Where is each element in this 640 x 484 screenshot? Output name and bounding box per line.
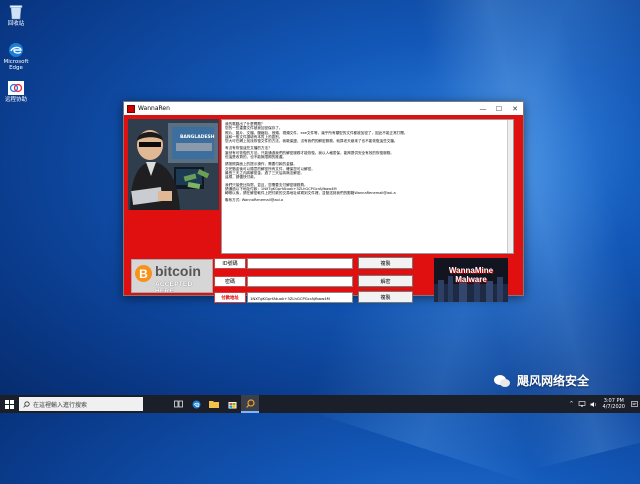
bitcoin-address-field[interactable]: 1NXTgKGprfAtuok+3ZLhGCPGcrAjfbaw4M xyxy=(247,291,353,303)
desktop-icon-label: 远程协助 xyxy=(4,97,27,103)
search-icon xyxy=(23,400,30,408)
wannaren-window: WannaRen — ☐ ✕ BANGLADESH 我的電腦出了什麼問題？ 您的… xyxy=(123,101,524,303)
password-field[interactable] xyxy=(247,275,353,287)
start-button[interactable] xyxy=(0,395,18,413)
address-row: 付款地址 1NXTgKGprfAtuok+3ZLhGCPGcrAjfbaw4M xyxy=(214,291,353,303)
password-row: 密碼 xyxy=(214,275,353,287)
close-button[interactable]: ✕ xyxy=(507,102,523,115)
watermark: 飓风网络安全 xyxy=(493,372,589,389)
notification-icon[interactable] xyxy=(631,400,638,408)
minimize-button[interactable]: — xyxy=(475,102,491,115)
wannamine-banner: WannaMine Malware xyxy=(434,258,508,302)
edge-icon xyxy=(192,400,200,408)
id-label: ID號碼 xyxy=(214,257,246,269)
desktop-icon-remote-assist[interactable]: 远程协助 xyxy=(2,80,30,103)
task-view-button[interactable] xyxy=(169,395,187,413)
maximize-button[interactable]: ☐ xyxy=(491,102,507,115)
volume-icon[interactable] xyxy=(590,401,597,408)
remote-assist-icon xyxy=(7,80,25,96)
password-label: 密碼 xyxy=(214,275,246,287)
ransom-note[interactable]: 我的電腦出了什麼問題？ 您的一些重要文件被我加密保存了。 照片、圖片、文檔、壓縮… xyxy=(221,119,514,254)
decrypt-button[interactable]: 解密 xyxy=(358,275,413,287)
store-icon xyxy=(228,401,236,408)
edge-icon xyxy=(7,42,25,58)
banner-title: WannaMine Malware xyxy=(448,266,494,284)
window-titlebar[interactable]: WannaRen — ☐ ✕ xyxy=(124,102,523,115)
system-tray: ^ 3:07 PM 4/7/2020 xyxy=(569,395,638,413)
window-title: WannaRen xyxy=(138,105,170,112)
app-icon xyxy=(127,104,135,113)
bitcoin-wordmark: bitcoin xyxy=(155,263,201,279)
taskbar-store[interactable] xyxy=(223,395,241,413)
note-scrollbar[interactable] xyxy=(507,120,513,253)
wechat-icon xyxy=(494,374,510,387)
taskbar-search[interactable]: 在這裡輸入進行搜索 xyxy=(19,397,143,411)
windows-logo-icon xyxy=(4,399,14,409)
desktop-icon-label: 回收站 xyxy=(7,21,25,27)
watermark-text: 飓风网络安全 xyxy=(517,374,590,388)
task-view-icon xyxy=(173,400,183,408)
address-label: 付款地址 xyxy=(214,291,246,303)
photo-caption: BANGLADESH xyxy=(180,135,215,140)
id-row: ID號碼 xyxy=(214,257,353,269)
folder-icon xyxy=(209,401,219,408)
copy-id-button[interactable]: 複製 xyxy=(358,257,413,269)
bitcoin-icon: B xyxy=(135,265,152,282)
clock-date: 4/7/2020 xyxy=(602,404,625,410)
bitcoin-accepted-badge: B bitcoin ACCEPTED HERE xyxy=(131,259,213,293)
id-field[interactable] xyxy=(247,257,353,269)
desktop-icon-edge[interactable]: Microsoft Edge xyxy=(2,42,30,71)
taskbar: 在這裡輸入進行搜索 ^ 3:07 PM 4/7/2020 xyxy=(0,395,640,413)
desktop-icon-label: Microsoft Edge xyxy=(3,59,29,71)
ransom-line: 聯系方式: WannaRenemail@aol.a xyxy=(225,198,284,203)
search-magnifier-icon xyxy=(245,398,255,408)
network-icon[interactable] xyxy=(578,401,586,407)
copy-address-button[interactable]: 複製 xyxy=(358,291,413,303)
clock[interactable]: 3:07 PM 4/7/2020 xyxy=(603,398,625,410)
taskbar-file-explorer[interactable] xyxy=(205,395,223,413)
taskbar-wannaren[interactable] xyxy=(241,395,259,413)
search-placeholder: 在這裡輸入進行搜索 xyxy=(33,401,88,409)
accepted-here-text: ACCEPTED HERE xyxy=(155,281,193,293)
taskbar-edge[interactable] xyxy=(187,395,205,413)
desktop-icon-recycle-bin[interactable]: 回收站 xyxy=(2,4,30,27)
recycle-bin-icon xyxy=(7,4,25,20)
chevron-up-icon[interactable]: ^ xyxy=(569,401,573,407)
ransom-photo: BANGLADESH xyxy=(128,119,219,210)
